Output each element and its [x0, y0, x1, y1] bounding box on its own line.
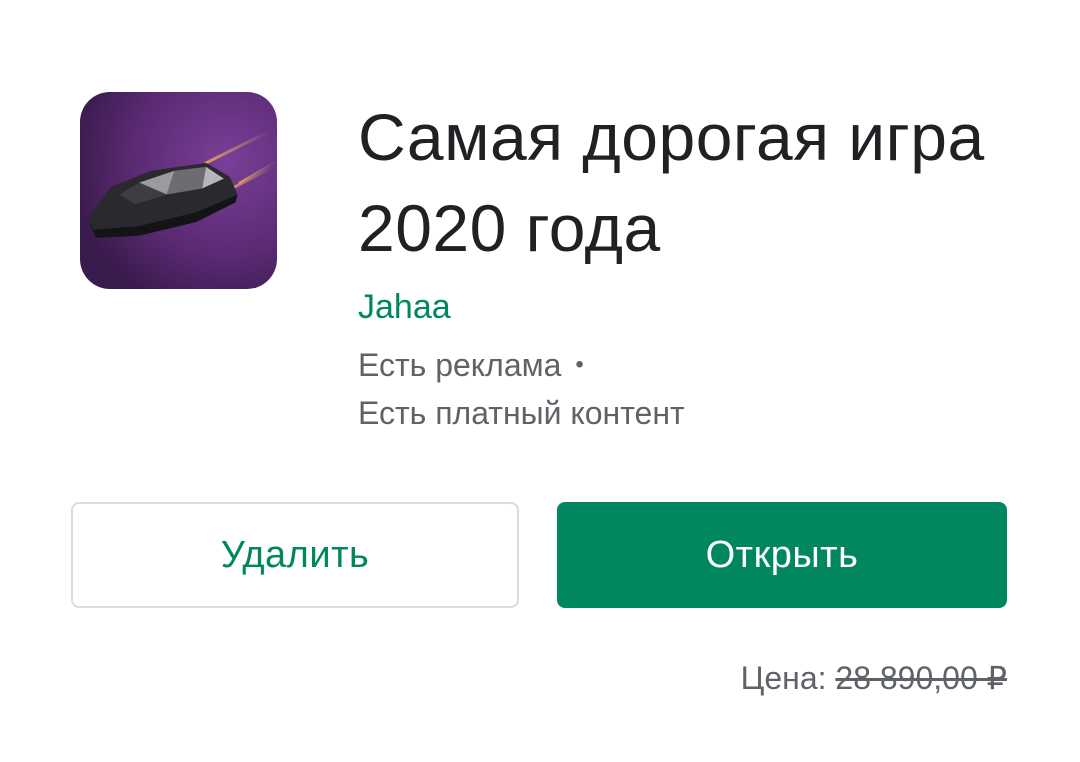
price-info: Цена: 28 890,00 ₽ [741, 658, 1007, 698]
contains-ads-label: Есть реклама • [358, 345, 584, 385]
hovercar-icon [80, 92, 277, 289]
open-button[interactable]: Открыть [557, 502, 1007, 608]
developer-link[interactable]: Jahaa [358, 286, 451, 328]
price-value: 28 890,00 ₽ [835, 660, 1007, 696]
price-label: Цена: [740, 660, 827, 696]
contains-ads-text: Есть реклама [358, 347, 562, 383]
uninstall-button[interactable]: Удалить [71, 502, 519, 608]
meta-separator: • [575, 351, 584, 378]
app-title: Самая дорогая игра 2020 года [358, 100, 985, 265]
in-app-purchases-label: Есть платный контент [358, 395, 685, 431]
